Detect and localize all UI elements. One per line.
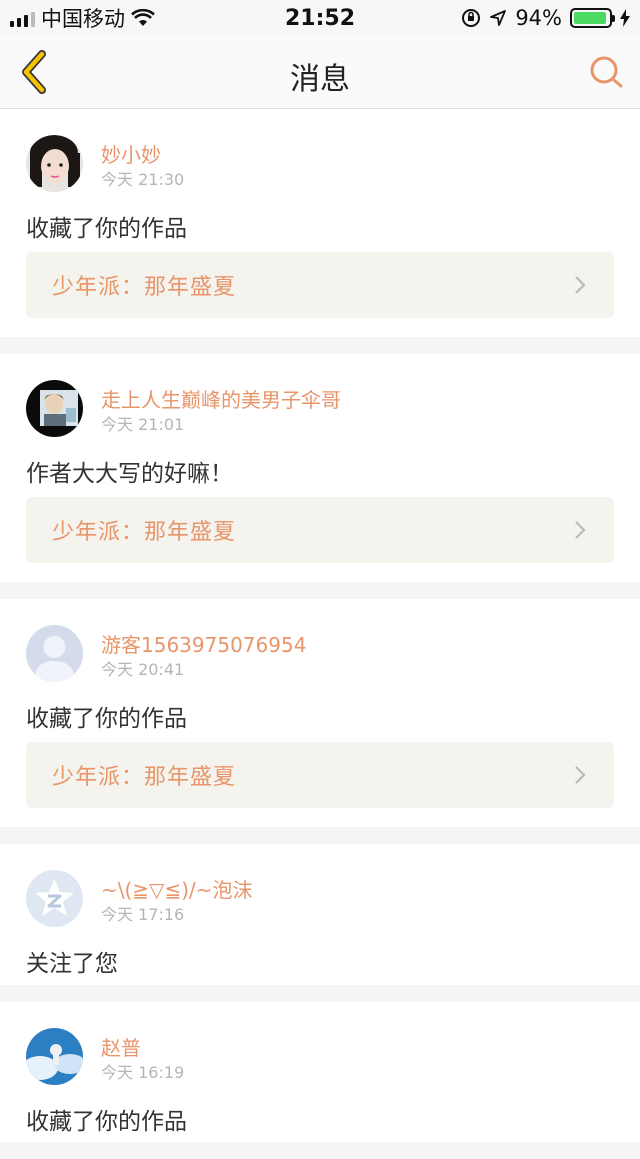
chevron-right-icon <box>575 766 586 784</box>
message-time: 今天 16:19 <box>101 1063 185 1082</box>
avatar[interactable] <box>26 870 83 927</box>
message-time: 今天 21:30 <box>101 170 185 189</box>
avatar[interactable] <box>26 625 83 682</box>
search-button[interactable] <box>588 54 624 90</box>
message-text: 关注了您 <box>26 951 118 977</box>
status-bar: 中国移动 21:52 94% <box>0 0 640 36</box>
status-right: 94% <box>461 6 630 30</box>
username[interactable]: ~\(≧▽≦)/~泡沫 <box>101 874 253 903</box>
work-title: 少年派：那年盛夏 <box>52 520 237 545</box>
work-link[interactable]: 少年派：那年盛夏 <box>26 252 614 318</box>
avatar[interactable] <box>26 1028 83 1085</box>
avatar[interactable] <box>26 135 83 192</box>
message-item[interactable]: 妙小妙 今天 21:30 收藏了你的作品 少年派：那年盛夏 <box>0 109 640 337</box>
message-text: 收藏了你的作品 <box>26 216 187 242</box>
message-text: 作者大大写的好嘛！ <box>26 461 233 487</box>
chevron-right-icon <box>575 521 586 539</box>
message-item[interactable]: ~\(≧▽≦)/~泡沫 今天 17:16 关注了您 <box>0 844 640 985</box>
location-icon <box>490 10 507 26</box>
charging-icon <box>620 9 630 27</box>
work-link[interactable]: 少年派：那年盛夏 <box>26 497 614 563</box>
message-time: 今天 21:01 <box>101 415 185 434</box>
username[interactable]: 赵普 <box>101 1032 141 1061</box>
orientation-lock-icon <box>462 9 481 27</box>
message-item[interactable]: 赵普 今天 16:19 收藏了你的作品 <box>0 1002 640 1142</box>
work-title: 少年派：那年盛夏 <box>52 275 237 300</box>
avatar[interactable] <box>26 380 83 437</box>
message-item[interactable]: 走上人生巅峰的美男子伞哥 今天 21:01 作者大大写的好嘛！ 少年派：那年盛夏 <box>0 354 640 582</box>
battery-percent: 94% <box>515 6 562 30</box>
work-title: 少年派：那年盛夏 <box>52 765 237 790</box>
message-item[interactable]: 游客1563975076954 今天 20:41 收藏了你的作品 少年派：那年盛… <box>0 599 640 827</box>
navigation-bar: 消息 <box>0 36 640 109</box>
message-text: 收藏了你的作品 <box>26 1109 187 1135</box>
message-list: 妙小妙 今天 21:30 收藏了你的作品 少年派：那年盛夏 走上人生巅峰的美男子… <box>0 109 640 1159</box>
username[interactable]: 游客1563975076954 <box>101 629 306 658</box>
message-time: 今天 20:41 <box>101 660 185 679</box>
battery-icon <box>570 8 615 28</box>
message-time: 今天 17:16 <box>101 905 185 924</box>
work-link[interactable]: 少年派：那年盛夏 <box>26 742 614 808</box>
page-title: 消息 <box>290 62 350 97</box>
chevron-right-icon <box>575 276 586 294</box>
message-text: 收藏了你的作品 <box>26 706 187 732</box>
username[interactable]: 妙小妙 <box>101 139 161 168</box>
username[interactable]: 走上人生巅峰的美男子伞哥 <box>101 384 341 413</box>
